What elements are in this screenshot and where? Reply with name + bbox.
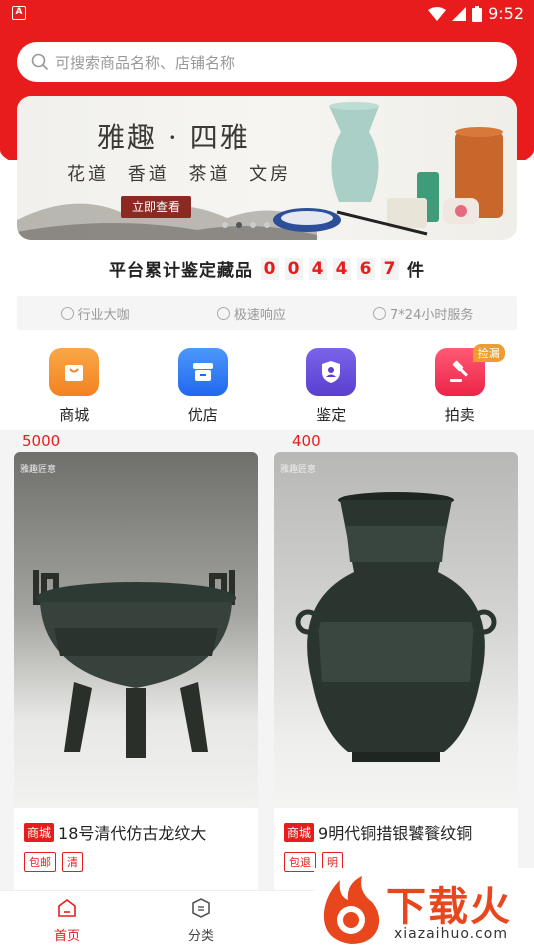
search-bar[interactable]: 可搜索商品名称、店铺名称 [17,42,517,82]
counter-digit: 4 [309,257,327,280]
banner-title: 雅趣 · 四雅 [97,121,250,154]
category-icon [192,898,210,918]
promo-banner[interactable]: 雅趣 · 四雅 花道 香道 茶道 文房 立即查看 [17,96,517,240]
appraisal-counter: 平台累计鉴定藏品 0 0 4 4 6 7 件 [0,256,534,281]
nav-auction[interactable]: 捡漏 拍卖 [405,344,515,425]
product-badge: 清 [62,852,83,872]
search-placeholder: 可搜索商品名称、店铺名称 [55,53,236,72]
product-image: 雅趣匠意 [14,452,258,808]
counter-digit: 0 [285,257,303,280]
shop-tag: 商城 [24,822,55,842]
counter-prefix: 平台累计鉴定藏品 [109,261,253,281]
shop-icon [177,348,228,396]
counter-digit: 7 [381,257,399,280]
product-card[interactable]: 雅趣匠意 商城 9明代铜措银饕餮纹铜 包退 明 [274,452,518,892]
product-card[interactable]: 雅趣匠意 商城 18号清代仿古龙纹大 包邮 清 [14,452,258,892]
banner-view-button[interactable]: 立即查看 [121,196,191,218]
tab-home[interactable]: 首页 [0,891,134,950]
wifi-icon [428,6,447,21]
product-badge: 包邮 [24,852,56,872]
flame-logo-icon [323,876,380,944]
nav-mall[interactable]: 商城 [19,348,129,425]
auction-badge: 捡漏 [472,344,505,362]
clock: 9:52 [488,4,524,23]
banner-pagination [222,222,270,228]
counter-digit: 4 [333,257,351,280]
product-badge: 包退 [284,852,316,872]
ceramics-illustration [273,102,503,236]
site-watermark: 下载火 xiazaihuo.com [314,868,534,950]
category-nav: 商城 优店 鉴定 捡漏 拍卖 [0,344,534,425]
image-watermark: 雅趣匠意 [20,465,57,475]
home-icon [58,899,76,917]
shop-tag: 商城 [284,822,315,842]
product-image: 雅趣匠意 [274,452,518,808]
feature-fast-response: 极速响应 [216,304,286,323]
signal-icon [452,6,467,21]
product-price: 400 [292,432,321,450]
banner-subtitle: 花道 香道 茶道 文房 [67,164,292,185]
bag-icon [49,348,100,396]
product-badges: 包邮 清 [14,844,258,872]
service-features: 行业大咖 极速响应 7*24小时服务 [17,296,517,330]
watermark-name: 下载火 [386,884,512,930]
counter-digit: 6 [357,257,375,280]
feature-experts: 行业大咖 [60,304,130,323]
nav-shop[interactable]: 优店 [148,348,258,425]
search-icon [31,53,49,71]
user-icon [60,306,74,320]
bronze-vase-illustration [295,492,497,762]
nav-appraisal[interactable]: 鉴定 [276,348,386,425]
tab-category[interactable]: 分类 [134,891,268,950]
image-watermark: 雅趣匠意 [280,465,317,475]
clock-icon [373,306,387,320]
lightning-icon [216,306,230,320]
bronze-ding-illustration [33,570,236,758]
counter-digit: 0 [261,257,279,280]
status-bar: A 9:52 [0,0,534,28]
product-title: 商城 18号清代仿古龙纹大 [14,808,258,844]
shield-user-icon [306,348,357,396]
product-title: 商城 9明代铜措银饕餮纹铜 [274,808,518,844]
product-price: 5000 [22,432,61,450]
product-list: 雅趣匠意 商城 18号清代仿古龙纹大 包邮 清 雅趣匠意 商城 9明代铜措银饕餮… [14,452,520,892]
watermark-url: xiazaihuo.com [394,926,508,942]
feature-24h-service: 7*24小时服务 [373,304,473,323]
app-notification-icon: A [12,6,26,20]
battery-icon [472,5,483,22]
counter-suffix: 件 [407,261,425,281]
